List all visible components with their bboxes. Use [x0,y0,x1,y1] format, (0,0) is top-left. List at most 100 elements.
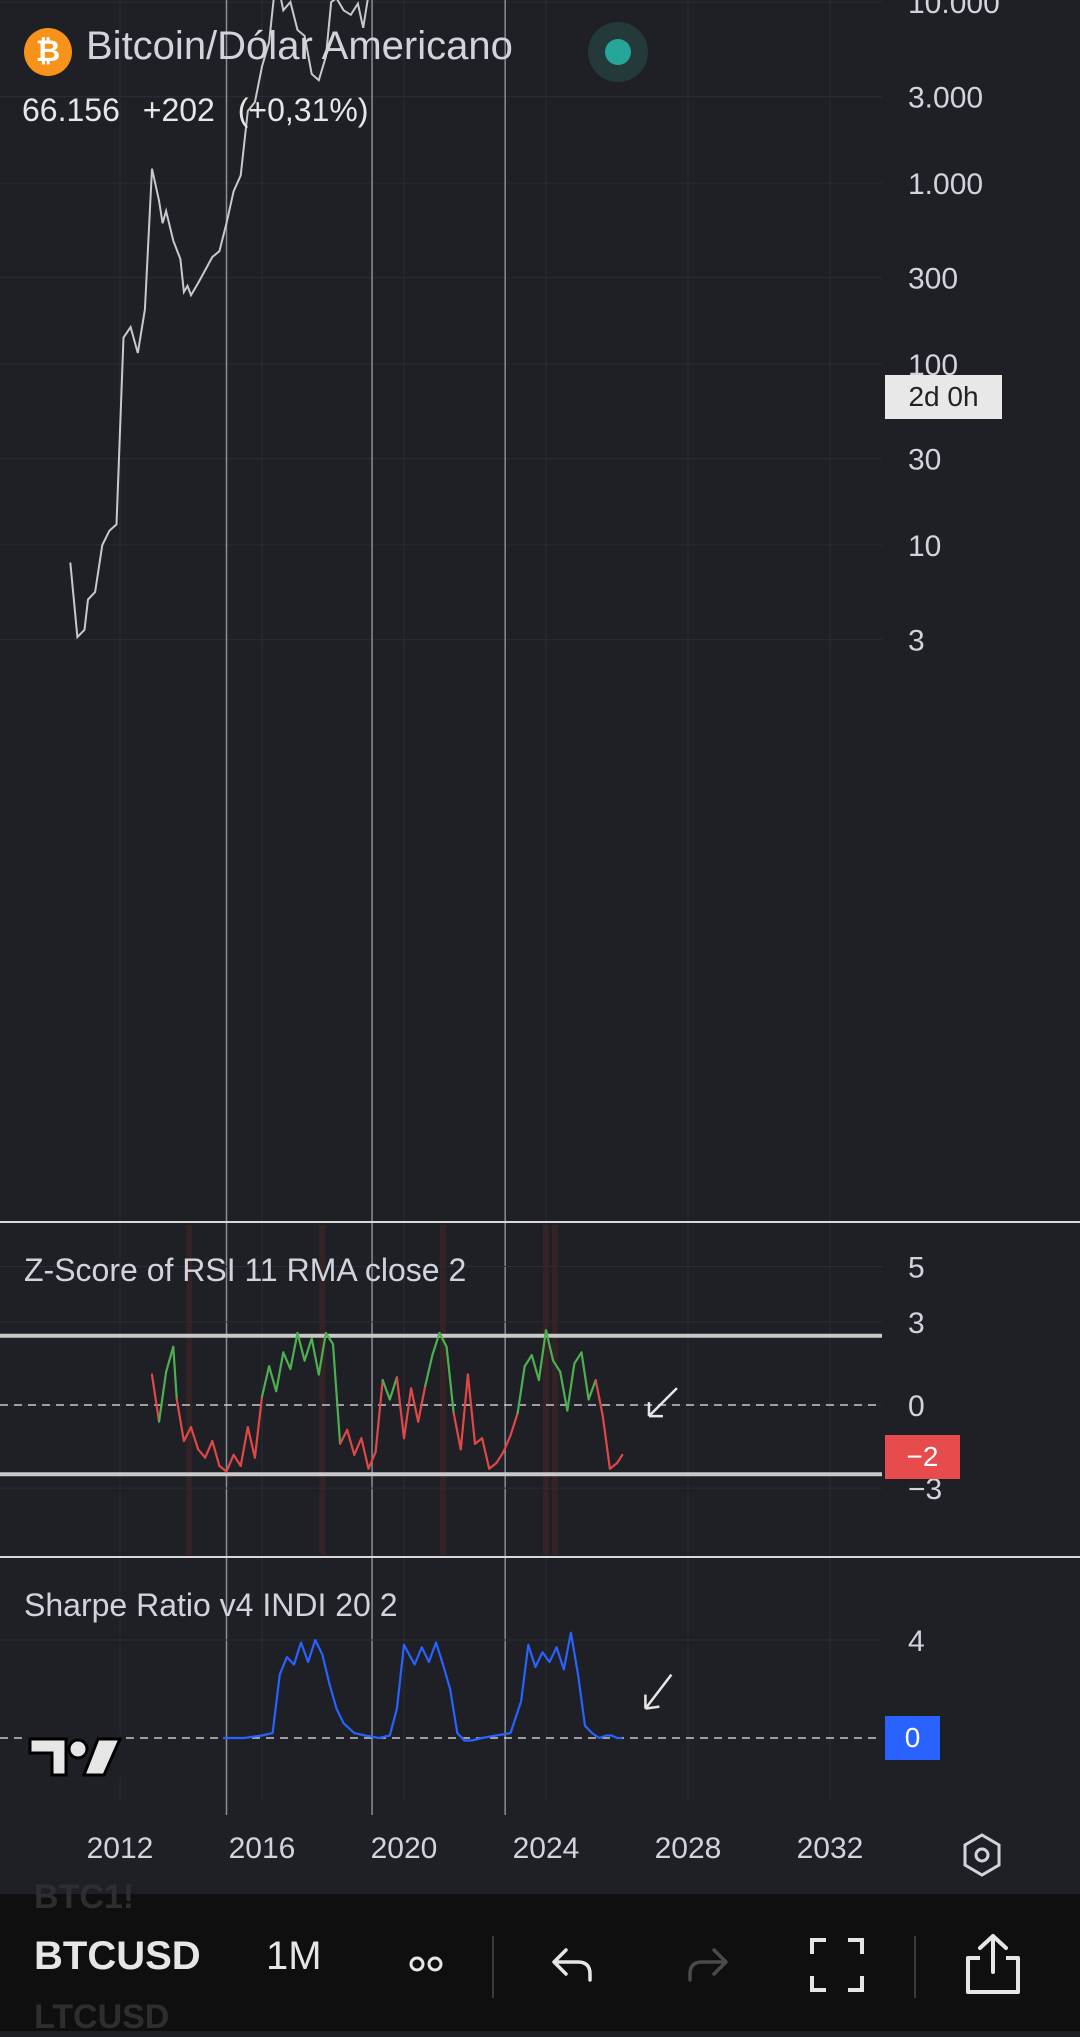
y-tick-label: 30 [908,444,941,477]
zscore-segment [232,1453,242,1468]
bottom-toolbar: BTC1! LTCUSD BTCUSD 1M [0,1878,1080,2036]
zscore-segment [204,1439,214,1459]
zscore-segment [246,1426,256,1459]
zscore-segment [481,1437,491,1470]
zscore-segment [381,1378,391,1401]
extreme-band [543,1225,549,1555]
last-price: 66.156 [22,92,120,128]
y-tick-label: 300 [908,263,958,296]
zscore-segment [303,1337,313,1362]
ghost-symbol-above: BTC1! [34,1878,135,1916]
zscore-segment [566,1362,576,1412]
y-tick-label: 0 [908,1390,925,1423]
zscore-segment [445,1345,455,1415]
x-tick-label: 2028 [654,1832,722,1865]
price-change-percent: (+0,31%) [237,92,369,128]
zscore-segment [608,1462,619,1470]
zscore-segment [172,1345,178,1401]
annotation-arrow-icon [644,1673,673,1710]
zscore-segment [594,1378,604,1418]
bar-countdown-label: 2d 0h [885,375,1002,419]
zscore-segment [268,1365,278,1393]
zscore-segment [225,1453,235,1473]
zscore-segment [402,1387,413,1440]
symbol-title[interactable]: Bitcoin/Dólar Americano [86,24,513,69]
zscore-segment [580,1351,590,1401]
price-change: +202 [142,92,215,128]
toolbar-divider [914,1936,916,1998]
x-tick-label: 2024 [512,1832,580,1865]
zscore-segment [331,1342,342,1445]
grid-lines: 9.000.0003.000.0001.000.000300.000100.00… [0,0,1000,1800]
y-tick-label: 4 [908,1625,925,1658]
tradingview-logo [26,1733,123,1779]
zscore-segment [601,1414,612,1470]
sharpe-line [223,1631,623,1742]
extreme-band [551,1225,558,1555]
y-tick-label: 3 [908,625,925,658]
bitcoin-icon: ₿ [24,28,72,76]
zscore-segment [275,1351,285,1393]
zscore-segment [197,1448,207,1459]
x-tick-label: 2020 [370,1832,438,1865]
y-tick-label: 10.000 [908,0,1000,20]
zscore-segment [452,1412,462,1451]
zscore-segment [488,1462,498,1470]
zscore-segment [523,1354,533,1368]
zscore-segment [587,1378,597,1401]
annotation-arrow-icon [647,1387,678,1418]
y-tick-label: 3 [908,1307,925,1340]
sharpe-current-label: 0 [885,1716,940,1760]
ghost-symbol-below: LTCUSD [34,1998,170,2036]
sharpe-indicator-title[interactable]: Sharpe Ratio v4 INDI 20 2 [24,1587,398,1624]
indicators-icon[interactable] [408,1950,444,1978]
redo-icon[interactable] [684,1944,730,1984]
sharpe-pane: 4 [0,1625,925,1742]
zscore-segment [374,1378,384,1454]
market-status-icon[interactable] [588,22,648,82]
zscore-segment [165,1345,175,1373]
zscore-segment [253,1395,264,1459]
zscore-segment [282,1351,292,1371]
zscore-segment [150,1373,161,1423]
zscore-segment [339,1428,349,1445]
zscore-segment [495,1450,505,1465]
zscore-segment [615,1453,624,1465]
zscore-segment [310,1337,320,1376]
zscore-segment [530,1354,541,1382]
y-tick-label: 10 [908,530,941,563]
zscore-current-label: −2 [885,1435,960,1479]
zscore-segment [466,1373,477,1445]
settings-icon[interactable] [963,1833,1001,1877]
zscore-segment [239,1426,249,1468]
zscore-segment [360,1437,370,1470]
zscore-segment [211,1439,221,1468]
share-icon[interactable] [962,1932,1024,1996]
toolbar-divider [492,1936,494,1998]
x-tick-label: 2016 [228,1832,296,1865]
y-tick-label: 3.000 [908,82,983,115]
zscore-segment [417,1384,427,1423]
status-dot [605,39,631,65]
cycle-vertical-lines [225,0,506,1815]
zscore-segment [218,1464,228,1473]
zscore-segment [260,1365,271,1398]
y-tick-label: 5 [908,1252,925,1285]
symbol-button[interactable]: BTCUSD [34,1934,201,1979]
x-tick-label: 2032 [796,1832,864,1865]
zscore-indicator-title[interactable]: Z-Score of RSI 11 RMA close 2 [24,1252,466,1289]
zscore-segment [395,1376,406,1440]
undo-icon[interactable] [550,1944,596,1984]
zscore-segment [573,1351,583,1365]
zscore-segment [509,1412,519,1437]
interval-button[interactable]: 1M [266,1934,322,1979]
fullscreen-icon[interactable] [808,1936,866,1994]
price-readout: 66.156 +202 (+0,31%) [22,92,382,129]
zscore-segment [346,1428,356,1456]
zscore-segment [424,1354,434,1387]
zscore-segment [388,1376,398,1401]
x-tick-label: 2012 [86,1832,154,1865]
zscore-segment [157,1370,168,1423]
y-tick-label: 1.000 [908,168,983,201]
zscore-segment [459,1373,469,1451]
